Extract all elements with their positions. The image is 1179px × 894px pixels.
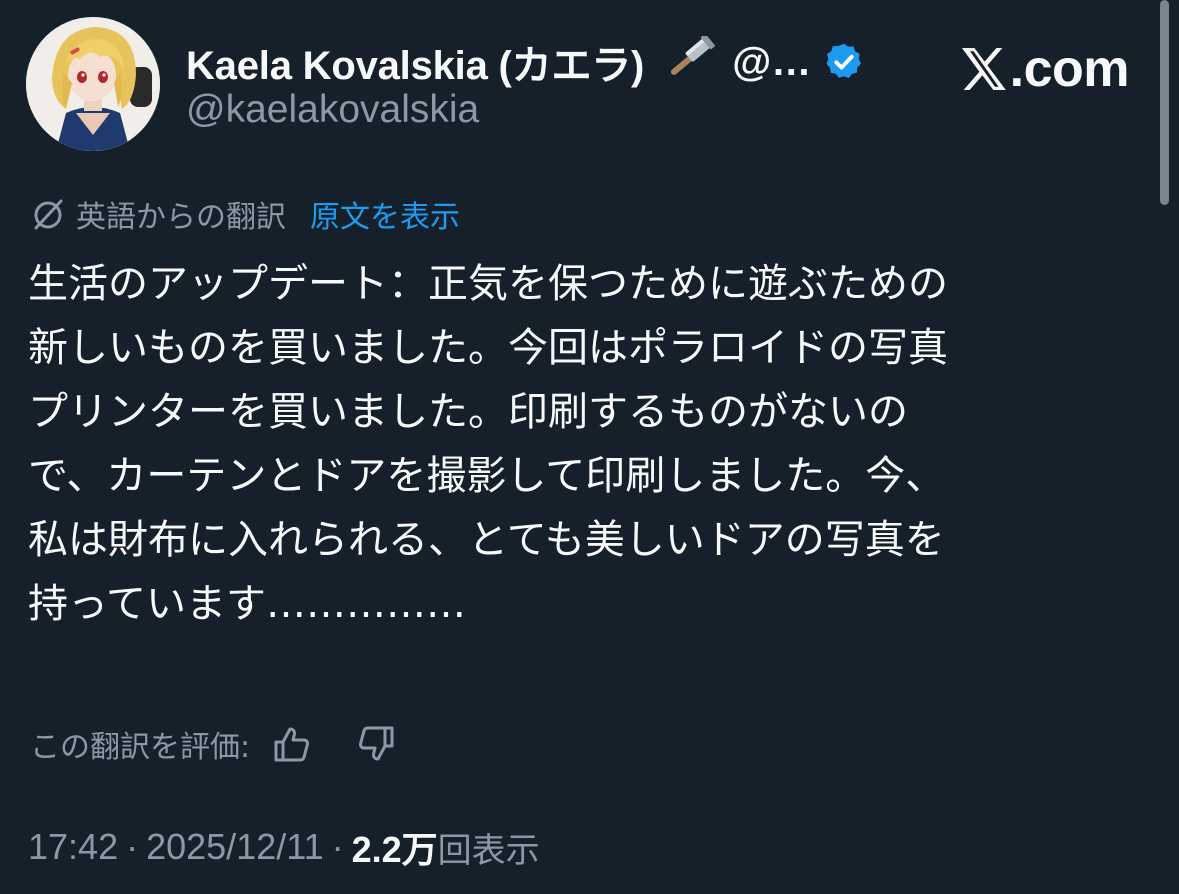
meta-separator: ·	[331, 826, 344, 867]
author-name-row: Kaela Kovalskia (カエラ) @…	[186, 33, 865, 91]
meta-separator: ·	[126, 826, 139, 867]
author-handle-truncated: @…	[732, 39, 812, 84]
views-count: 2.2万	[351, 829, 438, 870]
tweet-date[interactable]: 2025/12/11	[146, 826, 324, 868]
tweet-line: プリンターを買いました。印刷するものがないの	[28, 389, 908, 435]
site-name: .com	[1009, 40, 1130, 98]
tweet-text: 生活のアップデート：正気を保つために遊ぶための 新しいものを買いました。今回はポ…	[28, 252, 1138, 636]
site-logo: .com	[960, 40, 1130, 98]
show-original-link[interactable]: 原文を表示	[310, 192, 460, 236]
avatar-image	[26, 17, 160, 151]
translate-icon	[28, 194, 68, 234]
scrollbar-thumb[interactable]	[1160, 0, 1169, 205]
author-display-name[interactable]: Kaela Kovalskia (カエラ)	[186, 33, 644, 91]
rate-translation-row: この翻訳を評価:	[30, 720, 398, 768]
tweet-time[interactable]: 17:42	[28, 826, 118, 868]
tweet-line: 持っています……………	[28, 581, 466, 627]
tweet-line: 生活のアップデート：正気を保つために遊ぶための	[28, 261, 948, 307]
translated-from-label: 英語からの翻訳	[76, 200, 286, 235]
verified-badge-icon	[823, 41, 865, 83]
tweet-meta-row: 17:42 · 2025/12/11 · 2.2万 回表示	[28, 822, 540, 872]
author-handle[interactable]: @kaelakovalskia	[186, 88, 479, 132]
tweet-line: 新しいものを買いました。今回はポラロイドの写真	[28, 325, 948, 371]
hammer-icon	[658, 33, 716, 88]
thumbs-up-icon[interactable]	[270, 722, 314, 766]
tweet-line: で、カーテンとドアを撮影して印刷しました。今、	[28, 453, 946, 499]
tweet-line: 私は財布に入れられる、とても美しいドアの写真を	[28, 517, 945, 563]
views-label: 回表示	[437, 830, 540, 871]
x-logo-icon	[960, 46, 1008, 92]
rate-translation-label: この翻訳を評価:	[30, 730, 251, 765]
thumbs-down-icon[interactable]	[354, 722, 398, 766]
translation-row: 英語からの翻訳 原文を表示	[28, 192, 460, 236]
avatar[interactable]	[26, 17, 160, 151]
